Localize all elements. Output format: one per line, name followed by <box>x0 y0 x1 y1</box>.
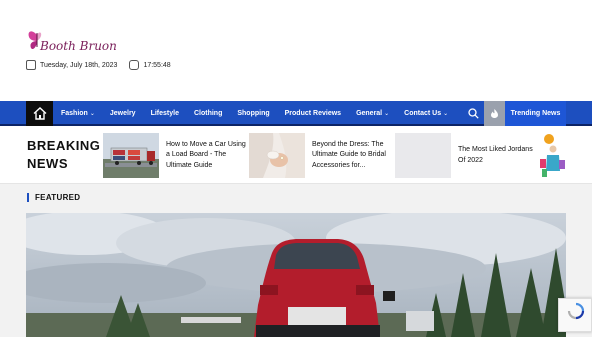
nav-item-label: Fashion <box>61 110 88 117</box>
nav-item-general[interactable]: General ⌄ <box>356 110 389 117</box>
nav-item-label: Product Reviews <box>284 110 342 117</box>
site-header: Booth Bruon Tuesday, July 18th, 2023 17:… <box>0 0 592 101</box>
news-item-partial[interactable] <box>540 133 566 178</box>
nav-item-contact-us[interactable]: Contact Us ⌄ <box>404 110 448 117</box>
recaptcha-badge[interactable] <box>558 298 592 332</box>
breaking-news-ticker: BREAKING NEWS How to Move a Car Using a … <box>0 127 592 184</box>
nav-item-label: Jewelry <box>109 110 136 117</box>
nav-item-label: Shopping <box>237 110 270 117</box>
news-thumbnail-bridal[interactable] <box>249 133 305 178</box>
clock-icon <box>129 60 140 70</box>
featured-heading: FEATURED <box>27 193 80 202</box>
news-item[interactable]: Beyond the Dress: The Ultimate Guide to … <box>249 133 394 178</box>
featured-hero-image[interactable] <box>26 213 566 337</box>
news-title[interactable]: Beyond the Dress: The Ultimate Guide to … <box>312 140 394 172</box>
nav-item-jewelry[interactable]: Jewelry <box>110 110 136 117</box>
search-button[interactable] <box>462 101 484 126</box>
chevron-down-icon: ⌄ <box>443 111 449 117</box>
current-date: Tuesday, July 18th, 2023 <box>40 61 118 69</box>
featured-section: FEATURED <box>0 184 592 337</box>
trending-news-button[interactable]: Trending News <box>505 101 566 126</box>
breaking-label-line2: NEWS <box>27 156 68 171</box>
news-thumbnail-car-transport[interactable] <box>103 133 159 178</box>
site-logo[interactable]: Booth Bruon <box>26 29 136 59</box>
chevron-down-icon: ⌄ <box>384 111 390 117</box>
breaking-label-line1: BREAKING <box>27 138 101 153</box>
fire-icon <box>491 109 498 118</box>
nav-item-product-reviews[interactable]: Product Reviews <box>285 110 341 117</box>
news-item[interactable]: How to Move a Car Using a Load Board - T… <box>103 133 248 178</box>
home-icon <box>33 107 46 120</box>
nav-item-label: Contact Us <box>404 110 442 117</box>
news-item[interactable]: The Most Liked Jordans Of 2022 <box>395 133 540 178</box>
news-thumbnail-shopping[interactable] <box>540 133 566 178</box>
main-navigation: Fashion ⌄ Jewelry Lifestyle Clothing Shop… <box>0 101 592 126</box>
nav-item-shopping[interactable]: Shopping <box>237 110 269 117</box>
news-title[interactable]: The Most Liked Jordans Of 2022 <box>458 145 540 166</box>
news-title[interactable]: How to Move a Car Using a Load Board - T… <box>166 140 248 172</box>
nav-item-fashion[interactable]: Fashion ⌄ <box>61 110 95 117</box>
breaking-news-label: BREAKING NEWS <box>27 137 100 173</box>
news-thumbnail-placeholder[interactable] <box>395 133 451 178</box>
chevron-down-icon: ⌄ <box>89 111 95 117</box>
date-time-bar: Tuesday, July 18th, 2023 17:55:48 <box>26 59 183 71</box>
fire-button[interactable] <box>484 101 505 126</box>
search-icon <box>467 108 479 119</box>
current-time: 17:55:48 <box>143 61 171 69</box>
site-logo-text: Booth Bruon <box>40 39 117 53</box>
nav-menu: Fashion ⌄ Jewelry Lifestyle Clothing Shop… <box>61 101 463 126</box>
nav-item-lifestyle[interactable]: Lifestyle <box>151 110 179 117</box>
nav-item-label: Clothing <box>193 110 223 117</box>
nav-item-label: Lifestyle <box>150 110 179 117</box>
nav-item-clothing[interactable]: Clothing <box>194 110 222 117</box>
recaptcha-icon <box>567 302 585 320</box>
nav-item-label: General <box>356 110 383 117</box>
home-button[interactable] <box>26 101 53 126</box>
calendar-icon <box>26 60 36 70</box>
